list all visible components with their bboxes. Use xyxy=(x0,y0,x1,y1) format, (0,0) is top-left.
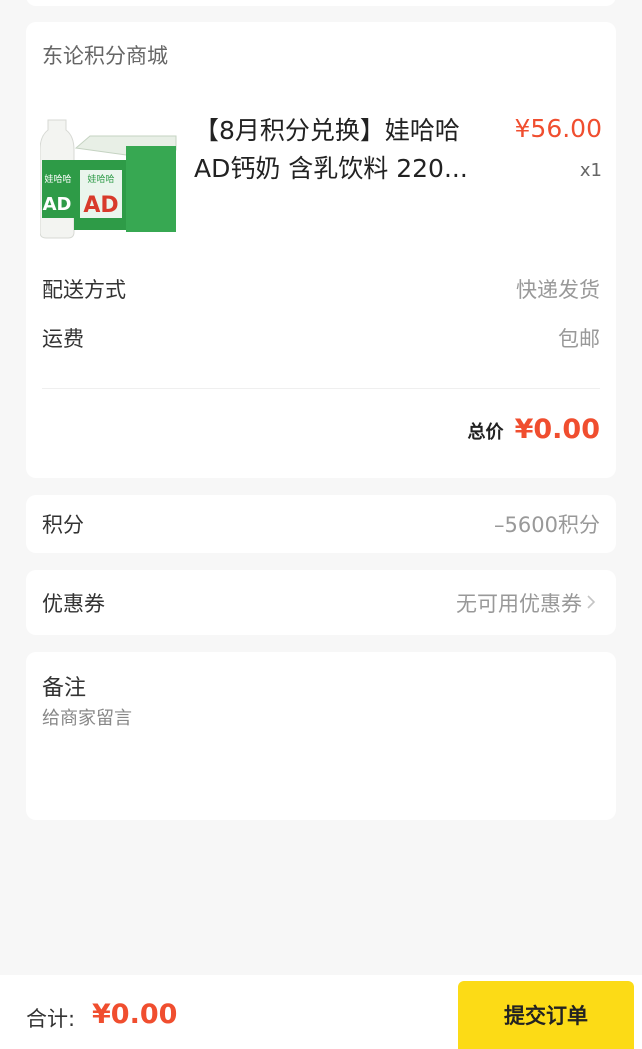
bottle-brand-text: 娃哈哈 xyxy=(44,173,71,185)
chevron-right-icon xyxy=(587,594,596,609)
box-brand-text: 娃哈哈 xyxy=(87,173,114,185)
points-value: –5600积分 xyxy=(494,513,600,537)
box-product-text: AD xyxy=(83,193,118,218)
coupon-label: 优惠券 xyxy=(42,591,105,616)
product-quantity: x1 xyxy=(579,160,602,181)
bottom-bar: 合计: ¥0.00 提交订单 xyxy=(0,975,642,1049)
coupon-card[interactable]: 优惠券 无可用优惠券 xyxy=(26,570,616,635)
delivery-row: 配送方式 快递发货 xyxy=(42,274,600,304)
points-row: 积分 –5600积分 xyxy=(42,509,600,539)
total-label: 总价 xyxy=(467,422,504,443)
submit-order-button[interactable]: 提交订单 xyxy=(458,981,634,1049)
product-image[interactable]: 娃哈哈 AD 娃哈哈 AD xyxy=(40,112,180,242)
coupon-value: 无可用优惠券 xyxy=(456,591,582,616)
previous-card-edge xyxy=(26,0,616,6)
product-title-line2: AD钙奶 含乳饮料 220... xyxy=(194,154,468,183)
product-title[interactable]: 【8月积分兑换】娃哈哈 AD钙奶 含乳饮料 220... xyxy=(194,112,494,188)
note-card: 备注 xyxy=(26,652,616,820)
shipping-value: 包邮 xyxy=(558,327,600,351)
total-price: ¥0.00 xyxy=(514,414,600,445)
product-title-line1: 【8月积分兑换】娃哈哈 xyxy=(194,116,460,145)
sum-price: ¥0.00 xyxy=(92,999,178,1030)
coupon-row[interactable]: 优惠券 无可用优惠券 xyxy=(42,588,600,618)
note-input[interactable] xyxy=(42,708,582,729)
shop-name: 东论积分商城 xyxy=(42,44,168,68)
sum-label: 合计: xyxy=(26,1007,76,1031)
shipping-label: 运费 xyxy=(42,327,84,351)
order-total: 总价 ¥0.00 xyxy=(468,414,601,445)
divider xyxy=(42,388,600,389)
points-label: 积分 xyxy=(42,513,84,537)
shipping-row: 运费 包邮 xyxy=(42,323,600,353)
points-card: 积分 –5600积分 xyxy=(26,495,616,553)
note-label: 备注 xyxy=(42,676,87,701)
order-card: 东论积分商城 娃哈哈 AD 娃哈哈 AD 【8月积分兑换】娃哈哈 AD钙奶 含乳… xyxy=(26,22,616,478)
delivery-value: 快递发货 xyxy=(516,278,600,302)
delivery-label: 配送方式 xyxy=(42,278,126,302)
product-price: ¥56.00 xyxy=(514,114,602,143)
bottle-product-text: AD xyxy=(43,194,72,215)
